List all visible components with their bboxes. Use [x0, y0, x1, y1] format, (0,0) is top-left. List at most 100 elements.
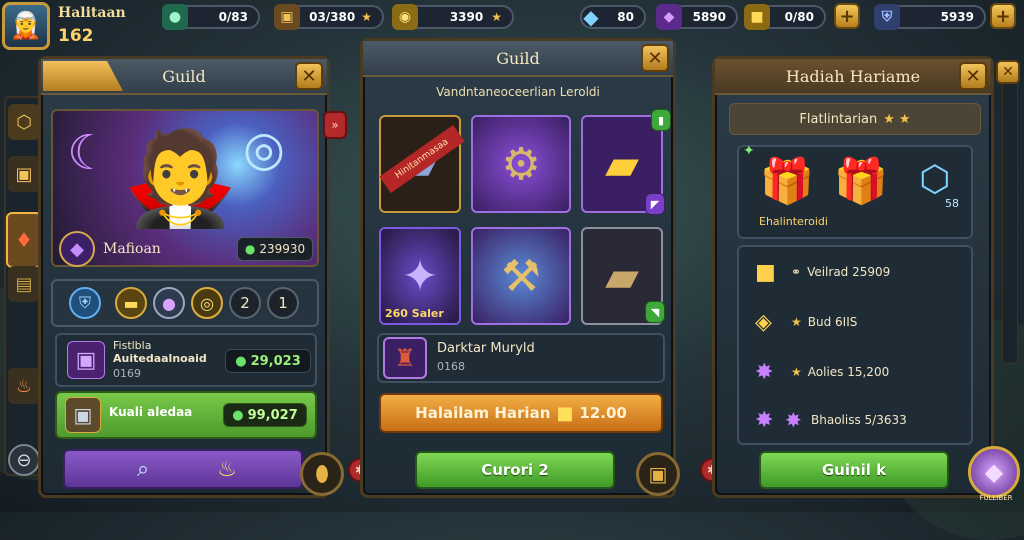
hero-class-icon: ◆ [59, 231, 95, 267]
offer-row-1[interactable]: ▣ Fistlbla Auitedaalnoaid 0169 ● 29,023 [55, 333, 317, 387]
green-sparkle-icon: ✦ [743, 143, 755, 159]
magnifier-icon[interactable]: ⌕ [127, 453, 159, 485]
player-name: Halitaan [58, 5, 126, 21]
offer-row-2[interactable]: ▣ Kuali aledaa ● 99,027 [55, 391, 317, 439]
resource-value: 0/83 [218, 10, 248, 24]
player-level: 162 [58, 26, 94, 46]
gold-ring-icon[interactable]: ◎ [191, 287, 223, 319]
red-badge-button[interactable]: » [323, 111, 347, 139]
resource-blue-crystal[interactable]: ◆ 80 [580, 5, 646, 29]
sale-label: 260 Saler [385, 307, 444, 320]
purple-gem-icon: ✸ [785, 408, 802, 432]
tool-bar [63, 449, 303, 489]
subheader-text: Flatlintarian [799, 111, 878, 127]
staff-icon: ✦ [401, 250, 439, 302]
resource-value: 03/380 [309, 10, 356, 24]
add-gold-button[interactable]: + [834, 3, 860, 29]
close-button[interactable]: ✕ [959, 62, 987, 90]
offer-price-value: 29,023 [250, 353, 301, 369]
left-guild-panel: Guild ✕ 🧛 ☾ ◎ » ◆ Mafioan ● 239930 ⛨ ▬ ●… [38, 56, 347, 498]
badge-count-text: 2 [240, 294, 250, 312]
green-gem-icon: ● [244, 242, 256, 256]
portal-icon: ◎ [243, 121, 285, 177]
portal-button[interactable]: ◆ [968, 446, 1020, 498]
shield-icon: ⛨ [874, 4, 900, 30]
chest-icon: ▣ [274, 4, 300, 30]
reward-list-item[interactable]: ■ ⚭ Veilrad 25909 [755, 255, 955, 289]
panel-header: Guild [363, 41, 673, 77]
top-resource-bar: 🧝 Halitaan 162 ● 0/83 ▣ 03/380 ★ ◉ 3390 … [0, 0, 1024, 50]
buy-price: 12.00 [579, 404, 627, 422]
side-tab-gem[interactable]: ♦ [6, 212, 42, 268]
chest-icon: ▣ [65, 397, 101, 433]
reward-list-item[interactable]: ✸ ★ Aolies 15,200 [755, 355, 955, 389]
resource-value: 0/80 [784, 10, 814, 24]
side-tab-chest[interactable]: ▣ [8, 156, 40, 192]
resource-chest[interactable]: ▣ 03/380 ★ [274, 4, 384, 30]
badge-count-2[interactable]: 1 [267, 287, 299, 319]
gold-cube-icon: ■ [755, 259, 776, 285]
green-gem-icon: ● [232, 407, 244, 423]
confirm-label: Curori 2 [481, 461, 549, 479]
resource-value: 5890 [692, 10, 726, 24]
side-tab-scroll[interactable]: ⬡ [8, 104, 40, 140]
gold-cannon-icon: ▰ [605, 138, 639, 190]
reward-list-text: Veilrad 25909 [807, 265, 891, 279]
panel-title: Hadiah Hariame [785, 66, 921, 86]
purple-crystal-icon: ▣ [67, 341, 105, 379]
offer-price: ● 29,023 [225, 349, 311, 373]
right-reward-panel: Hadiah Hariame ✕ Flatlintarian ★ ★ 🎁 🎁 ⬡… [712, 56, 994, 498]
resource-gold-coin[interactable]: ◉ 3390 ★ [392, 4, 514, 30]
add-shield-button[interactable]: + [990, 3, 1016, 29]
hero-figure-icon: 🧛 [123, 125, 238, 232]
item-slot-axe[interactable]: ⚒ [471, 227, 571, 325]
confirm-button[interactable]: Curori 2 [415, 451, 615, 489]
reward-caption: Ehalinteroidi [759, 215, 828, 228]
blue-shield-icon[interactable]: ⛨ [69, 287, 101, 319]
side-tab-minus[interactable]: ⊖ [8, 444, 40, 476]
item-code: 0168 [437, 360, 465, 373]
orb-icon[interactable]: ● [153, 287, 185, 319]
center-round-button[interactable]: ▣ [636, 452, 680, 496]
star-icon: ★ [883, 111, 895, 127]
star-icon: ★ [791, 315, 802, 329]
item-slot-gauntlet[interactable]: ⚙ [471, 115, 571, 213]
selected-item-row[interactable]: ♜ Darktar Muryld 0168 [377, 333, 665, 383]
center-guild-panel: Guild ✕ Vandntaneoceerlian Leroldi ▰ Hin… [360, 38, 676, 498]
offer-extra: 0169 [113, 367, 141, 380]
torch-icon[interactable]: ♨ [211, 453, 243, 485]
reward-list-text: Bhaoliss 5/3633 [811, 413, 907, 427]
claim-button[interactable]: Guinil k [759, 451, 949, 489]
resource-shield[interactable]: ⛨ 5939 [874, 4, 986, 30]
star-icon: ★ [791, 365, 802, 379]
right-edge-close-button[interactable]: ✕ [996, 60, 1020, 84]
hero-power: ● 239930 [237, 237, 313, 261]
reward-list-item[interactable]: ◈ ★ Bud 6IIS [755, 305, 955, 339]
reward-count: 58 [945, 197, 959, 210]
resource-purple-gem[interactable]: ◆ 5890 [656, 4, 738, 30]
claim-label: Guinil k [821, 461, 887, 479]
close-button[interactable]: ✕ [641, 44, 669, 72]
resource-gold-cube[interactable]: ■ 0/80 [744, 4, 826, 30]
close-button[interactable]: ✕ [295, 62, 323, 90]
panel-title: Guild [162, 66, 206, 86]
reward-list-item[interactable]: ✸ ✸ Bhaoliss 5/3633 [755, 403, 955, 437]
player-avatar[interactable]: 🧝 [2, 2, 50, 50]
gift-box-2-icon: 🎁 [833, 156, 889, 207]
side-tab-scroll-2[interactable]: ▤ [8, 266, 40, 302]
side-tab-flame[interactable]: ♨ [8, 368, 40, 404]
reward-subheader: Flatlintarian ★ ★ [729, 103, 981, 135]
green-gem-icon: ● [162, 4, 188, 30]
green-badge-icon: ▮ [651, 109, 671, 131]
offer-subtitle: Auitedaalnoaid [113, 352, 207, 365]
buy-button[interactable]: Halailam Harian ■ 12.00 [379, 393, 663, 433]
resource-green-gem[interactable]: ● 0/83 [162, 4, 260, 30]
gold-cube-icon: ■ [556, 402, 574, 424]
green-corner-icon: ◥ [645, 301, 665, 323]
right-scrollbar[interactable] [1002, 64, 1018, 364]
hero-name: Mafioan [103, 241, 161, 257]
left-round-button[interactable]: ⬮ [300, 452, 344, 496]
gold-bar-icon[interactable]: ▬ [115, 287, 147, 319]
badge-count-1[interactable]: 2 [229, 287, 261, 319]
offer-title: Fistlbla [113, 339, 152, 352]
